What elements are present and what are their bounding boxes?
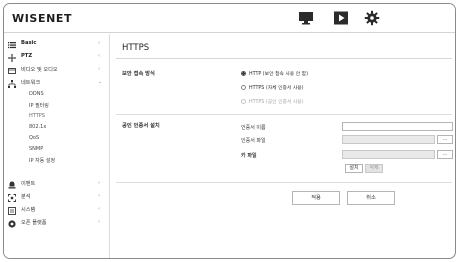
- network-icon: [8, 80, 16, 88]
- chevron-left-icon: ‹: [98, 40, 100, 46]
- sidebar-item-label: 오픈 플랫폼: [21, 220, 47, 226]
- sidebar-sub-ip-filtering[interactable]: IP 필터링: [29, 102, 49, 111]
- chevron-left-icon: ‹: [98, 206, 100, 212]
- cert-file-browse-button[interactable]: ...: [437, 135, 453, 144]
- sidebar-sub-ddns[interactable]: DDNS: [29, 91, 44, 100]
- monitor-icon[interactable]: [298, 10, 314, 26]
- cert-name-input[interactable]: [342, 122, 453, 131]
- chevron-left-icon: ‹: [98, 193, 100, 199]
- sidebar-item-network[interactable]: 네트워크 ⌄: [4, 78, 110, 91]
- sidebar-item-label: PTZ: [21, 53, 33, 59]
- radio-label: HTTP (보안 접속 사용 안 함): [249, 72, 308, 77]
- sidebar-sub-8021x[interactable]: 802.1x: [29, 124, 46, 133]
- sidebar-item-label: 이벤트: [21, 181, 36, 187]
- chevron-left-icon: ‹: [98, 180, 100, 186]
- page-title: HTTPS: [122, 43, 150, 53]
- chevron-down-icon: ‹: [98, 219, 100, 225]
- chevron-left-icon: ‹: [98, 53, 100, 59]
- system-icon: [8, 207, 16, 215]
- event-icon: [8, 181, 16, 189]
- secure-mode-label: 보안 접속 방식: [122, 71, 155, 77]
- sidebar-item-open-platform[interactable]: 오픈 플랫폼 ‹: [4, 218, 110, 231]
- sidebar-sub-snmp[interactable]: SNMP: [29, 146, 43, 155]
- open-platform-icon: [8, 220, 16, 228]
- sidebar-item-label: 시스템: [21, 207, 36, 213]
- sidebar-sub-qos[interactable]: QoS: [29, 135, 39, 144]
- install-button[interactable]: 설치: [345, 164, 363, 173]
- analytics-icon: [8, 194, 16, 202]
- video-icon: [8, 68, 16, 74]
- sidebar: Basic ‹ PTZ ‹ 비디오 및 오디오 ‹ 네트워크 ⌄ DDNS IP…: [4, 34, 110, 258]
- sidebar-item-video-audio[interactable]: 비디오 및 오디오 ‹: [4, 65, 110, 78]
- top-bar: WISENET: [4, 4, 455, 33]
- radio-label: HTTPS (공인 인증서 사용): [249, 100, 304, 105]
- sidebar-sub-https[interactable]: HTTPS: [29, 113, 45, 122]
- sidebar-item-event[interactable]: 이벤트 ‹: [4, 179, 110, 192]
- cancel-button[interactable]: 취소: [347, 191, 395, 205]
- main-panel: HTTPS 보안 접속 방식 HTTP (보안 접속 사용 안 함) HTTPS…: [111, 34, 455, 258]
- sidebar-item-label: 네트워크: [21, 80, 41, 86]
- gear-icon[interactable]: [364, 10, 380, 26]
- section-divider: [116, 114, 452, 115]
- play-icon[interactable]: [333, 10, 349, 26]
- chevron-left-icon: ‹: [98, 66, 100, 72]
- radio-label: HTTPS (자체 인증서 사용): [249, 86, 304, 91]
- radio-button[interactable]: [241, 85, 246, 90]
- sidebar-item-system[interactable]: 시스템 ‹: [4, 205, 110, 218]
- sidebar-item-label: 분석: [21, 194, 31, 200]
- sidebar-item-label: Basic: [21, 40, 37, 46]
- list-icon: [8, 42, 16, 49]
- section-divider: [116, 182, 452, 183]
- cert-file-label: 인증서 파일: [241, 138, 266, 144]
- key-file-path: [342, 150, 435, 159]
- sidebar-item-basic[interactable]: Basic ‹: [4, 39, 110, 52]
- sidebar-item-analytics[interactable]: 분석 ‹: [4, 192, 110, 205]
- title-divider: [116, 58, 452, 59]
- brand-logo: WISENET: [12, 12, 73, 25]
- app-window: WISENET Basic ‹ PTZ ‹ 비디오 및 오디오 ‹ 네트워크 ⌄…: [3, 3, 456, 259]
- cert-name-label: 인증서 이름: [241, 125, 266, 131]
- radio-button: [241, 99, 246, 104]
- sidebar-item-ptz[interactable]: PTZ ‹: [4, 52, 110, 65]
- chevron-down-icon: ⌄: [98, 79, 103, 85]
- cert-install-label: 공인 인증서 설치: [122, 123, 160, 129]
- delete-button[interactable]: 삭제: [365, 164, 383, 173]
- apply-button[interactable]: 적용: [292, 191, 340, 205]
- cert-file-path: [342, 135, 435, 144]
- ptz-move-icon: [8, 54, 16, 62]
- radio-button[interactable]: [241, 71, 246, 76]
- key-file-label: 키 파일: [241, 153, 257, 159]
- key-file-browse-button[interactable]: ...: [437, 150, 453, 159]
- sidebar-item-label: 비디오 및 오디오: [21, 67, 58, 73]
- sidebar-sub-auto-ip[interactable]: IP 자동 설정: [29, 157, 55, 166]
